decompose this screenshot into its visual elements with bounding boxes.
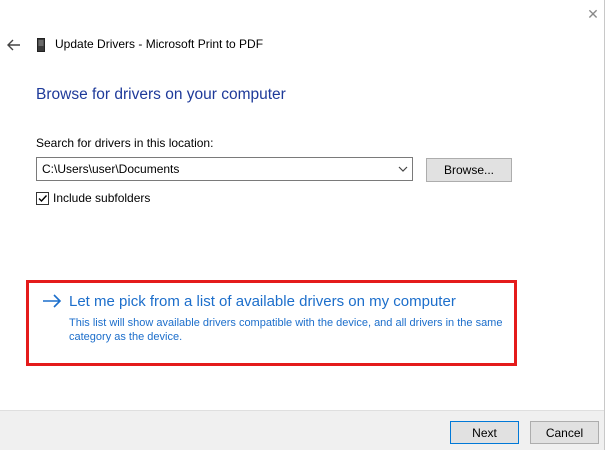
chevron-down-icon[interactable] [398,164,408,174]
close-button[interactable]: ✕ [584,5,602,23]
right-arrow-icon[interactable] [42,293,62,309]
checkmark-icon [38,195,48,203]
cancel-button[interactable]: Cancel [530,421,599,444]
back-button[interactable] [4,35,24,55]
browse-button[interactable]: Browse... [426,158,512,182]
next-button[interactable]: Next [450,421,519,444]
search-location-label: Search for drivers in this location: [36,136,214,150]
driver-path-combobox[interactable]: C:\Users\user\Documents [36,157,413,181]
page-heading: Browse for drivers on your computer [36,86,286,103]
close-icon[interactable]: ✕ [587,6,599,23]
driver-path-value[interactable]: C:\Users\user\Documents [42,162,179,176]
update-drivers-window: ✕ Update Drivers - Microsoft Print to PD… [0,0,605,450]
printer-device-icon [37,38,45,52]
window-title: Update Drivers - Microsoft Print to PDF [55,37,264,51]
pick-from-list-link[interactable]: Let me pick from a list of available dri… [69,293,456,310]
back-arrow-icon[interactable] [7,39,21,51]
include-subfolders-label[interactable]: Include subfolders [53,191,150,205]
pick-from-list-description[interactable]: This list will show available drivers co… [69,316,514,344]
include-subfolders-checkbox[interactable] [36,192,49,205]
